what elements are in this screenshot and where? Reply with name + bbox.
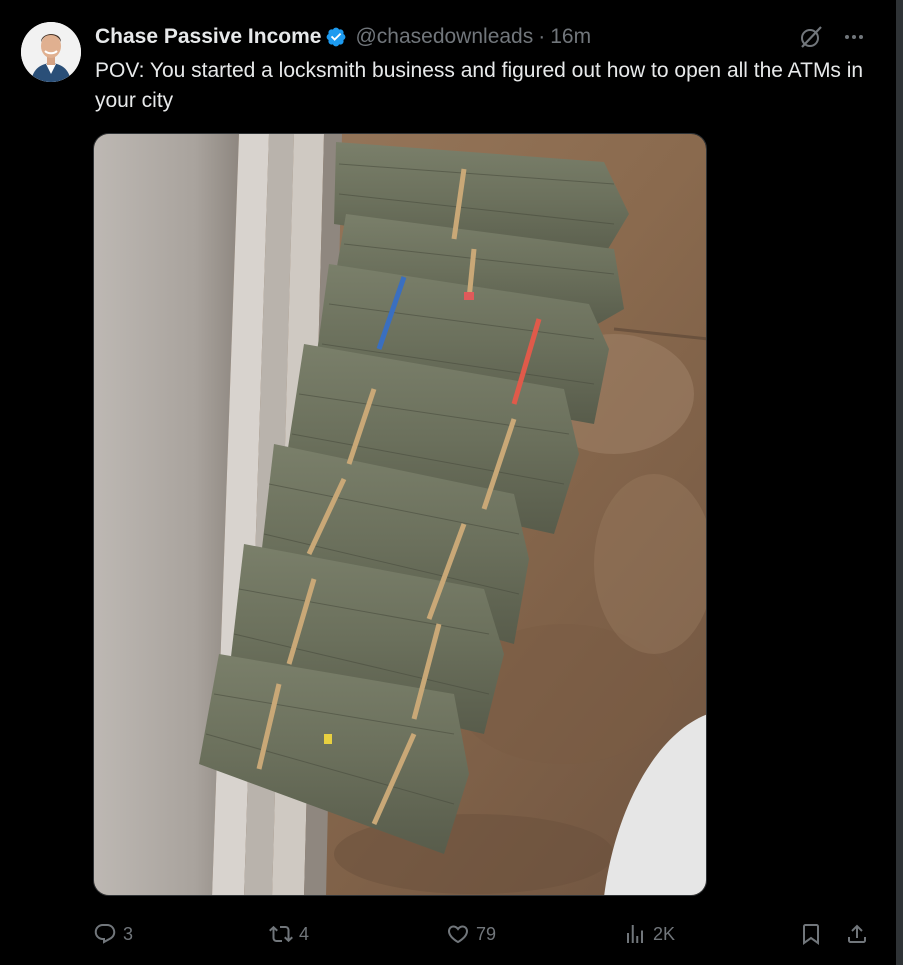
repost-button[interactable]: 4: [269, 918, 309, 950]
tweet-top-actions: [798, 24, 866, 50]
separator-dot: ·: [538, 25, 546, 48]
tweet-header: Chase Passive Income @chasedownleads · 1…: [95, 23, 591, 51]
author-handle[interactable]: @chasedownleads: [355, 25, 533, 49]
analytics-icon: [627, 925, 643, 943]
tweet-text: POV: You started a locksmith business an…: [95, 59, 864, 112]
tweet[interactable]: Chase Passive Income @chasedownleads · 1…: [0, 0, 896, 965]
views-count: 2K: [653, 923, 676, 944]
reply-count: 3: [123, 923, 134, 944]
author-avatar[interactable]: [21, 22, 81, 82]
like-button[interactable]: 79: [446, 918, 496, 950]
repost-count: 4: [299, 923, 310, 944]
bookmark-icon: [803, 924, 819, 945]
share-icon: [848, 924, 866, 943]
views-button[interactable]: 2K: [623, 918, 675, 950]
reply-button[interactable]: 3: [93, 918, 133, 950]
reply-icon: [94, 924, 116, 944]
post-timestamp[interactable]: 16m: [550, 25, 591, 49]
share-button[interactable]: [845, 918, 869, 950]
more-dots-icon[interactable]: [842, 25, 866, 49]
tweet-actions: 3 4 79 2K: [93, 918, 873, 950]
author-display-name[interactable]: Chase Passive Income: [95, 25, 321, 49]
repost-icon: [269, 925, 293, 943]
grok-icon[interactable]: [798, 24, 824, 50]
heart-icon: [447, 925, 469, 944]
like-count: 79: [476, 923, 497, 944]
verified-badge-icon: [327, 27, 346, 47]
bookmark-button[interactable]: [799, 918, 823, 950]
tweet-photo[interactable]: [93, 133, 707, 896]
column-divider: [896, 0, 903, 965]
